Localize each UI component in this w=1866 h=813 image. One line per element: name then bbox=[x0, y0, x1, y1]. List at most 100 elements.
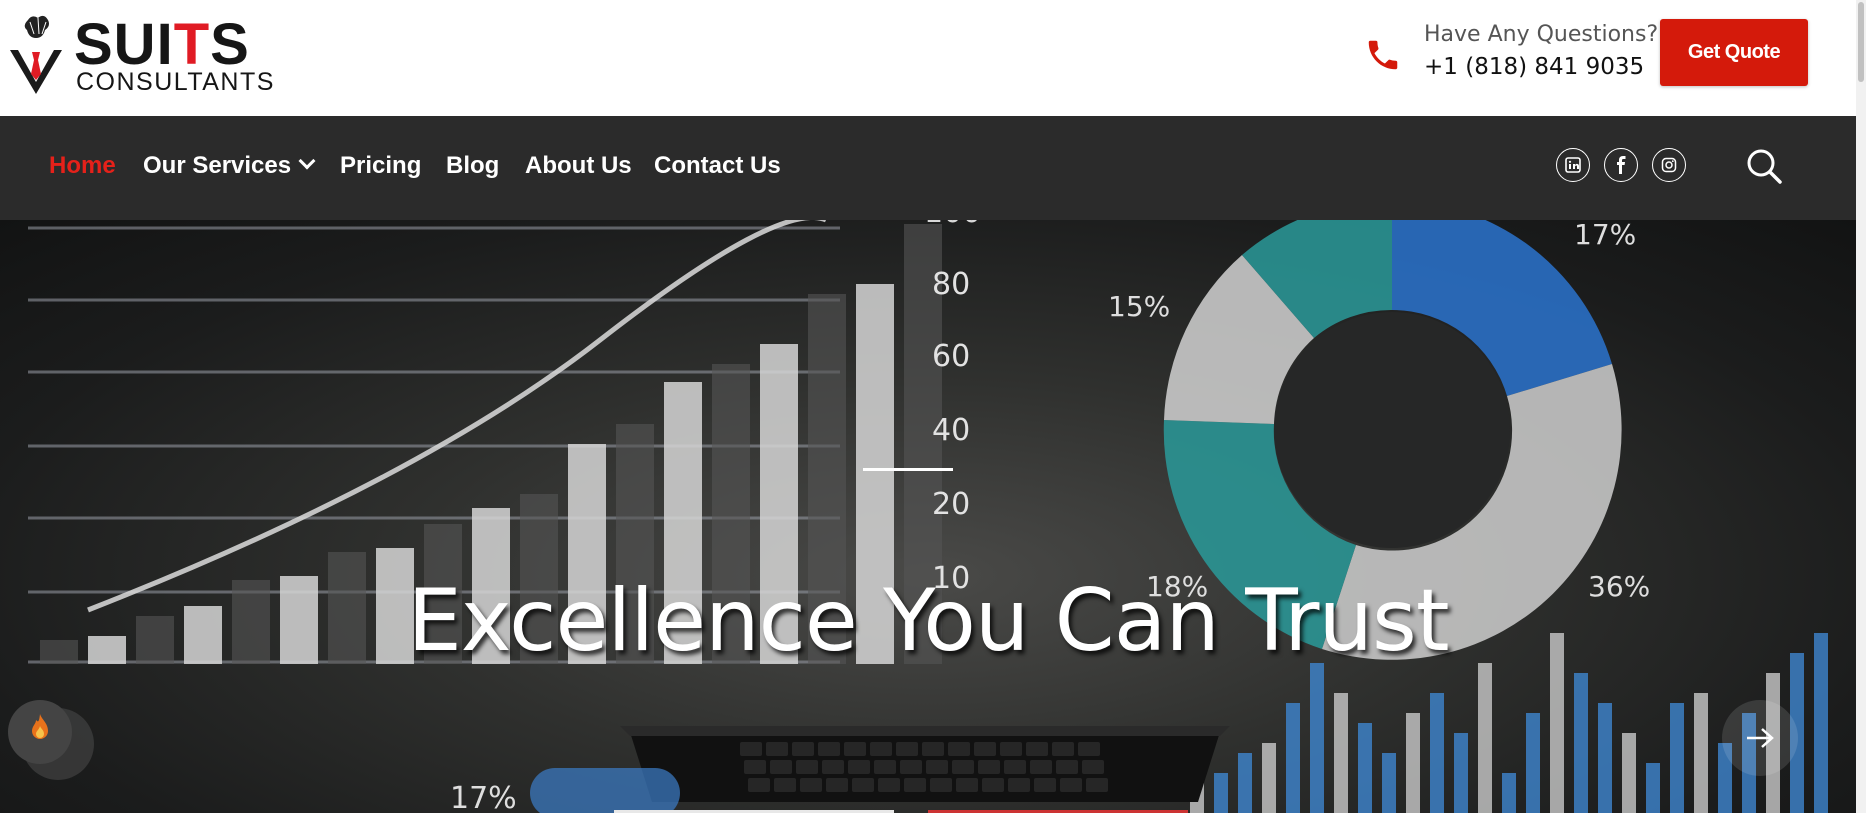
hero-pie-label-17: 17% bbox=[1574, 220, 1636, 251]
hero-ytick-60: 60 bbox=[932, 339, 970, 374]
hero-bg-minibar bbox=[1622, 733, 1636, 813]
hero-ytick-40: 40 bbox=[932, 413, 970, 448]
laptop-key bbox=[1082, 760, 1104, 774]
hero-bg-minibar bbox=[1310, 663, 1324, 813]
nav-home[interactable]: Home bbox=[49, 154, 116, 178]
laptop-key bbox=[774, 778, 796, 792]
laptop-key bbox=[956, 778, 978, 792]
laptop-key bbox=[770, 760, 792, 774]
phone-icon bbox=[1368, 40, 1398, 70]
main-nav: Home Our Services Pricing Blog About Us … bbox=[0, 116, 1856, 220]
laptop-key bbox=[796, 760, 818, 774]
instagram-icon[interactable] bbox=[1652, 148, 1686, 182]
get-quote-button[interactable]: Get Quote bbox=[1660, 19, 1808, 86]
facebook-icon[interactable] bbox=[1604, 148, 1638, 182]
hero-ytick-80: 80 bbox=[932, 267, 970, 302]
laptop-key bbox=[1034, 778, 1056, 792]
laptop-key bbox=[1004, 760, 1026, 774]
hero-bg-minibar bbox=[1214, 773, 1228, 813]
logo-brand: SUITS bbox=[74, 12, 250, 77]
top-header: SUITS CONSULTANTS Have Any Questions? +1… bbox=[0, 0, 1856, 116]
nav-contact-us[interactable]: Contact Us bbox=[654, 154, 781, 178]
contact-label: Have Any Questions? bbox=[1424, 22, 1659, 47]
hero-bg-minibar bbox=[1406, 713, 1420, 813]
nav-our-services[interactable]: Our Services bbox=[143, 152, 316, 179]
hero-bg-minibar bbox=[1694, 693, 1708, 813]
laptop-key bbox=[1086, 778, 1108, 792]
hero-divider bbox=[863, 468, 953, 471]
hero-bg-minibar bbox=[1262, 743, 1276, 813]
laptop-key bbox=[878, 778, 900, 792]
nav-our-services-label: Our Services bbox=[143, 152, 292, 179]
laptop-key bbox=[974, 742, 996, 756]
chevron-down-icon bbox=[298, 152, 316, 170]
laptop-key bbox=[1056, 760, 1078, 774]
hero-bg-minibar bbox=[1358, 723, 1372, 813]
laptop-key bbox=[740, 742, 762, 756]
hero-bottom-label: 17% bbox=[450, 781, 517, 813]
slider-next-button[interactable] bbox=[1722, 700, 1798, 776]
laptop-key bbox=[744, 760, 766, 774]
logo-subtitle: CONSULTANTS bbox=[76, 68, 275, 96]
hero-bg-minibar bbox=[1574, 673, 1588, 813]
laptop-key bbox=[1026, 742, 1048, 756]
hero-bg-minibar bbox=[1382, 753, 1396, 813]
laptop-key bbox=[748, 778, 770, 792]
laptop-key bbox=[792, 742, 814, 756]
laptop-key bbox=[818, 742, 840, 756]
hero-ytick-20: 20 bbox=[932, 487, 970, 522]
linkedin-icon[interactable] bbox=[1556, 148, 1590, 182]
laptop-key bbox=[978, 760, 1000, 774]
laptop-key bbox=[848, 760, 870, 774]
floating-widget[interactable] bbox=[8, 700, 94, 780]
laptop-key bbox=[852, 778, 874, 792]
laptop-key bbox=[1000, 742, 1022, 756]
laptop-key bbox=[822, 760, 844, 774]
hero-bg-minibar bbox=[1526, 713, 1540, 813]
hero-bg-minibar bbox=[1238, 753, 1252, 813]
hero-bg-minibar bbox=[1430, 693, 1444, 813]
hero-bg-minibar bbox=[1286, 703, 1300, 813]
laptop-key bbox=[1030, 760, 1052, 774]
scrollbar-thumb[interactable] bbox=[1858, 2, 1864, 82]
laptop-key bbox=[826, 778, 848, 792]
laptop-key bbox=[904, 778, 926, 792]
nav-about-us[interactable]: About Us bbox=[525, 154, 632, 178]
laptop-key bbox=[926, 760, 948, 774]
hero-bg-minibar bbox=[1502, 773, 1516, 813]
laptop-key bbox=[1008, 778, 1030, 792]
laptop-key bbox=[930, 778, 952, 792]
hero-bg-minibar bbox=[1670, 703, 1684, 813]
search-icon[interactable] bbox=[1744, 146, 1784, 186]
logo-mark-icon bbox=[10, 15, 62, 94]
hero-background-image: 100 80 60 40 20 10 17% 15% 18% 36% 17% bbox=[28, 220, 1828, 813]
laptop-key bbox=[870, 742, 892, 756]
hero-ytick-partial: 100 bbox=[924, 220, 981, 230]
arrow-right-icon bbox=[1747, 728, 1774, 748]
page-scrollbar[interactable] bbox=[1856, 0, 1866, 813]
hero-pie-label-15: 15% bbox=[1108, 290, 1170, 323]
laptop-key bbox=[874, 760, 896, 774]
hero-bg-minibar bbox=[1646, 763, 1660, 813]
logo[interactable]: SUITS CONSULTANTS bbox=[8, 12, 273, 96]
laptop-key bbox=[800, 778, 822, 792]
nav-pricing[interactable]: Pricing bbox=[340, 154, 421, 178]
contact-block: Have Any Questions? +1 (818) 841 9035 bbox=[1364, 18, 1664, 88]
hero-banner: 100 80 60 40 20 10 17% 15% 18% 36% 17% bbox=[0, 220, 1856, 813]
laptop-key bbox=[1060, 778, 1082, 792]
laptop-key bbox=[952, 760, 974, 774]
nav-blog[interactable]: Blog bbox=[446, 154, 499, 178]
hero-bg-minibar bbox=[1598, 703, 1612, 813]
laptop-key bbox=[1052, 742, 1074, 756]
contact-phone[interactable]: +1 (818) 841 9035 bbox=[1424, 54, 1644, 80]
hero-bg-minibar bbox=[1454, 733, 1468, 813]
hero-title: Excellence You Can Trust bbox=[407, 571, 1449, 671]
laptop-key bbox=[982, 778, 1004, 792]
laptop-key bbox=[844, 742, 866, 756]
laptop-key bbox=[766, 742, 788, 756]
hero-bg-minibar bbox=[1478, 663, 1492, 813]
laptop-key bbox=[948, 742, 970, 756]
hero-bg-minibar bbox=[1334, 693, 1348, 813]
laptop-key bbox=[922, 742, 944, 756]
laptop-key bbox=[1078, 742, 1100, 756]
